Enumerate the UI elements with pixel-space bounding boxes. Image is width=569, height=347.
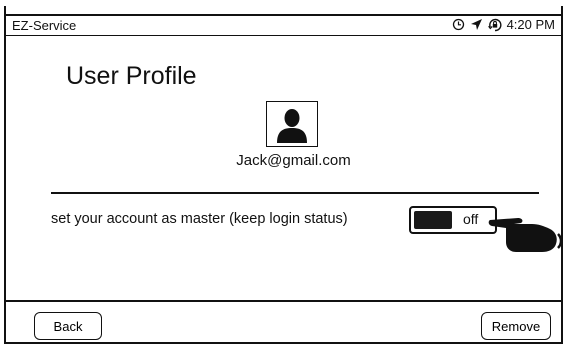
status-time: 4:20 PM [506,17,555,32]
section-divider [51,192,539,194]
alarm-clock-icon [452,18,464,31]
master-account-toggle[interactable]: off [409,206,497,234]
status-icons: 4:20 PM [452,17,555,32]
pointing-hand-icon [488,218,563,252]
toggle-knob [414,211,452,229]
footer-divider [4,300,563,302]
avatar[interactable] [266,101,318,147]
device-frame [4,6,563,344]
user-email: Jack@gmail.com [236,152,351,169]
remove-button[interactable]: Remove [481,312,551,340]
location-arrow-icon [470,19,482,30]
user-avatar-icon [277,109,307,143]
app-name: EZ-Service [12,18,77,33]
master-account-label: set your account as master (keep login s… [51,211,348,227]
toggle-state-text: off [463,211,479,227]
rotation-lock-icon [487,18,502,31]
page-title: User Profile [66,62,197,90]
status-bar: EZ-Service 4:20 PM [4,14,563,36]
back-button[interactable]: Back [34,312,102,340]
